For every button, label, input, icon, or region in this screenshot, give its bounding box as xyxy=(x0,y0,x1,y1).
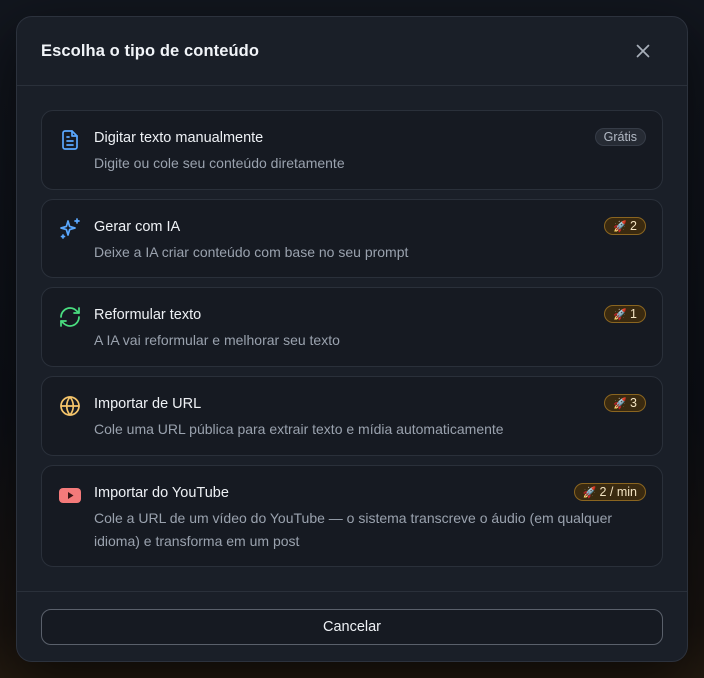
globe-icon xyxy=(60,396,80,416)
rocket-icon: 🚀 xyxy=(582,486,597,499)
refresh-icon xyxy=(60,307,80,327)
badge-label: 3 xyxy=(630,396,637,410)
option-description: A IA vai reformular e melhorar seu texto xyxy=(94,332,340,348)
option-manual-text[interactable]: Digitar texto manualmente Digite ou cole… xyxy=(41,110,663,190)
option-description: Cole uma URL pública para extrair texto … xyxy=(94,421,504,437)
rocket-icon: 🚀 xyxy=(613,397,628,410)
option-generate-ai[interactable]: Gerar com IA Deixe a IA criar conteúdo c… xyxy=(41,199,663,278)
rocket-icon: 🚀 xyxy=(613,308,628,321)
badge-label: Grátis xyxy=(603,130,637,144)
credit-badge: 🚀 2 / min xyxy=(573,483,646,501)
option-import-youtube[interactable]: Importar do YouTube Cole a URL de um víd… xyxy=(41,465,663,567)
option-title: Digitar texto manualmente xyxy=(94,130,264,146)
option-title: Importar do YouTube xyxy=(94,485,229,501)
option-description: Deixe a IA criar conteúdo com base no se… xyxy=(94,244,409,260)
option-description: Cole a URL de um vídeo do YouTube — o si… xyxy=(94,510,613,549)
content-type-dialog: Escolha o tipo de conteúdo Digitar texto… xyxy=(16,16,688,662)
option-title: Importar de URL xyxy=(94,396,202,412)
close-button[interactable] xyxy=(631,39,655,63)
option-title: Reformular texto xyxy=(94,307,202,323)
badge-label: 1 xyxy=(630,307,637,321)
youtube-icon xyxy=(59,488,81,503)
options-list: Digitar texto manualmente Digite ou cole… xyxy=(17,86,687,567)
cancel-button[interactable]: Cancelar xyxy=(41,609,663,645)
close-icon xyxy=(636,44,650,58)
rocket-icon: 🚀 xyxy=(613,220,628,233)
document-icon xyxy=(62,130,78,150)
option-title: Gerar com IA xyxy=(94,219,181,235)
credit-badge: 🚀 2 xyxy=(604,217,646,235)
option-rephrase-text[interactable]: Reformular texto A IA vai reformular e m… xyxy=(41,287,663,367)
dialog-footer: Cancelar xyxy=(17,591,687,661)
credit-badge: 🚀 3 xyxy=(604,394,646,412)
sparkles-icon xyxy=(60,218,80,239)
option-description: Digite ou cole seu conteúdo diretamente xyxy=(94,155,345,171)
dialog-header: Escolha o tipo de conteúdo xyxy=(17,17,687,86)
free-badge: Grátis xyxy=(594,128,646,146)
badge-label: 2 xyxy=(630,219,637,233)
badge-label: 2 / min xyxy=(599,485,637,499)
option-import-url[interactable]: Importar de URL Cole uma URL pública par… xyxy=(41,376,663,456)
credit-badge: 🚀 1 xyxy=(604,305,646,323)
dialog-title: Escolha o tipo de conteúdo xyxy=(41,41,260,60)
